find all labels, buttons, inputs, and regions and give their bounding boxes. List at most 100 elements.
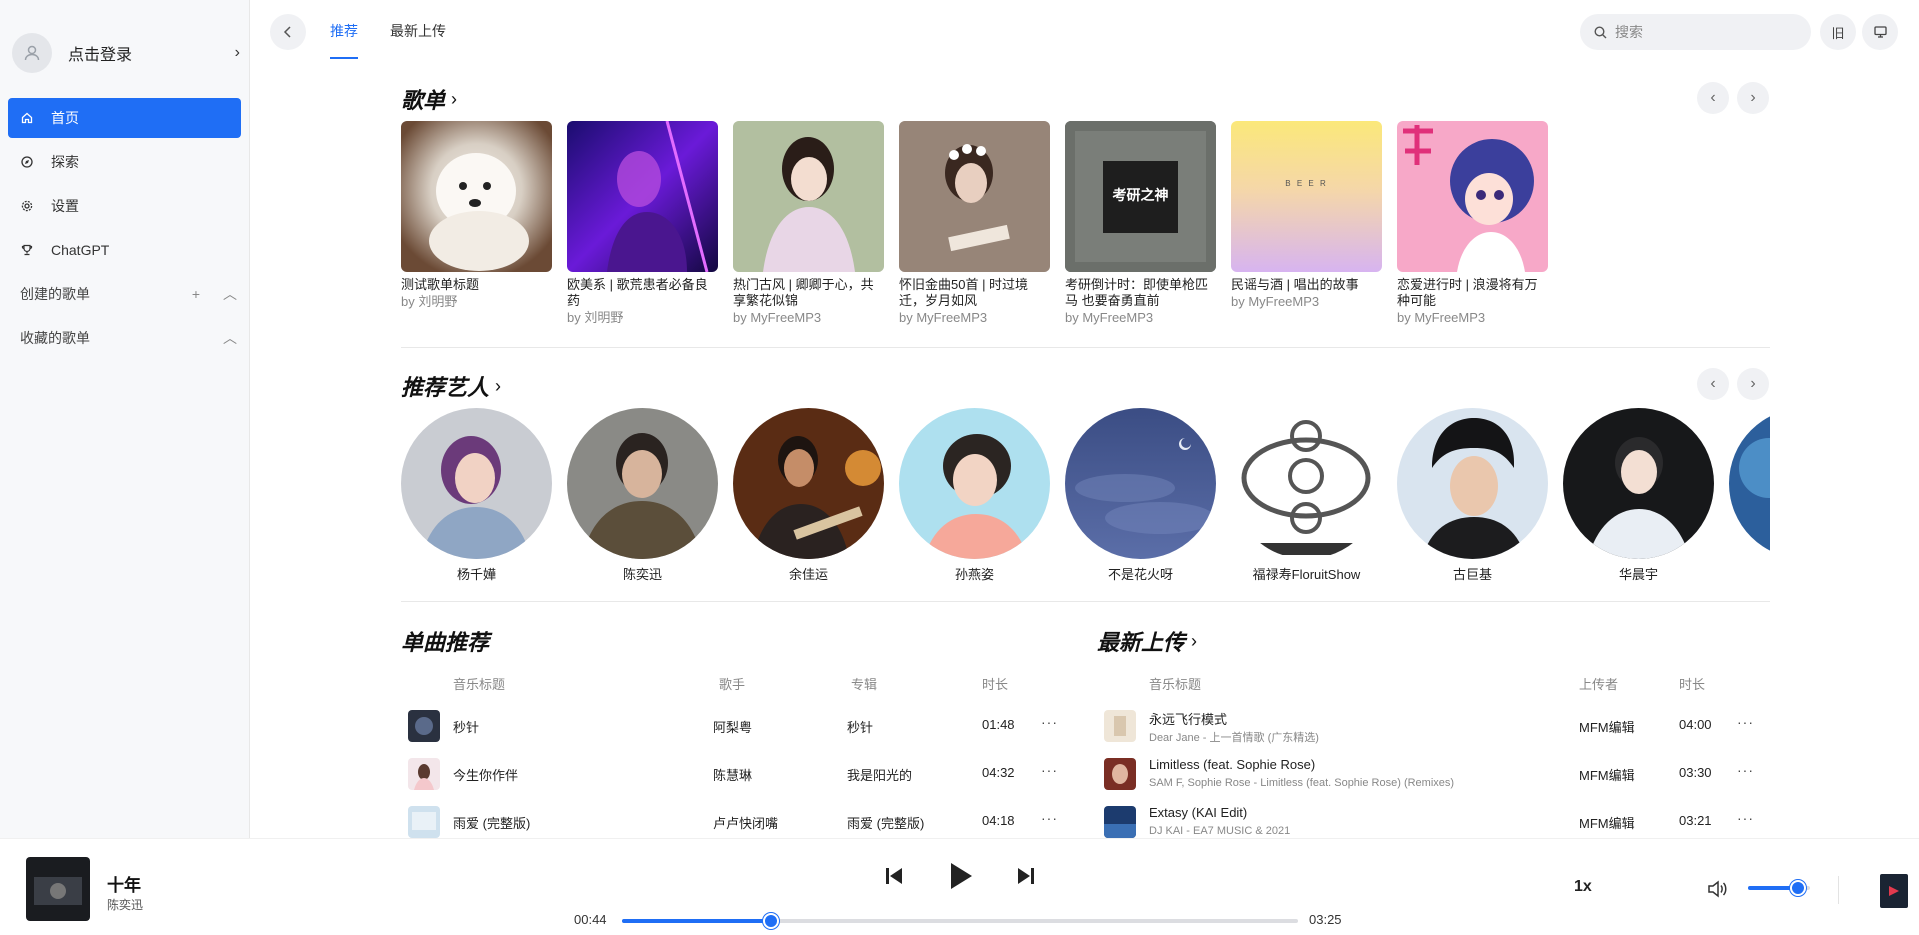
playlist-title: 测试歌单标题 bbox=[401, 277, 480, 292]
playlist-card[interactable]: 恋爱进行时 | 浪漫将有万种可能 by MyFreeMP3 bbox=[1397, 121, 1548, 326]
artists-prev-button[interactable]: ‹ bbox=[1697, 368, 1729, 400]
artist-avatar bbox=[1563, 408, 1714, 559]
section-divider bbox=[401, 347, 1770, 348]
artist-card[interactable]: 华晨宇 bbox=[1563, 408, 1714, 583]
song-artist[interactable]: 卢卢快闭嘴 bbox=[713, 813, 778, 832]
artist-card[interactable]: 孙燕姿 bbox=[899, 408, 1050, 583]
col-title-header: 音乐标题 bbox=[1149, 677, 1202, 692]
more-options-icon[interactable]: ··· bbox=[1041, 810, 1058, 826]
play-button[interactable] bbox=[949, 862, 973, 895]
more-options-icon[interactable]: ··· bbox=[1737, 762, 1754, 778]
sidebar-item-label: 首页 bbox=[51, 110, 79, 126]
col-album-header: 专辑 bbox=[851, 677, 878, 692]
artist-avatar bbox=[401, 408, 552, 559]
chevron-right-icon: › bbox=[1750, 89, 1756, 106]
plus-icon[interactable]: + bbox=[185, 286, 207, 302]
volume-handle[interactable] bbox=[1789, 880, 1806, 896]
artist-card-partial[interactable] bbox=[1729, 408, 1770, 559]
playback-speed-button[interactable]: 1x bbox=[1574, 878, 1592, 896]
playlist-author: by 刘明野 bbox=[567, 310, 624, 325]
next-track-button[interactable] bbox=[1016, 866, 1036, 891]
playlist-author: by MyFreeMP3 bbox=[899, 310, 988, 325]
volume-slider[interactable] bbox=[1748, 880, 1810, 896]
artist-card[interactable]: 余佳运 bbox=[733, 408, 884, 583]
playlists-prev-button[interactable]: ‹ bbox=[1697, 82, 1729, 114]
playlist-title: 热门古风 | 卿卿于心，共享繁花似锦 bbox=[733, 277, 874, 308]
artist-card[interactable]: 古巨基 bbox=[1397, 408, 1548, 583]
now-playing-title: 十年 bbox=[107, 876, 141, 895]
search-input[interactable] bbox=[1615, 24, 1795, 40]
playlist-card[interactable]: 测试歌单标题 by 刘明野 bbox=[401, 121, 552, 310]
more-options-icon[interactable]: ··· bbox=[1737, 714, 1754, 730]
progress-handle[interactable] bbox=[762, 913, 779, 929]
created-playlists-section[interactable]: 创建的歌单 + ︿ bbox=[8, 274, 241, 314]
song-title: Limitless (feat. Sophie Rose) bbox=[1149, 757, 1316, 772]
now-playing-cover[interactable] bbox=[26, 857, 90, 921]
back-button[interactable] bbox=[270, 14, 306, 50]
sidebar-item-label: ChatGPT bbox=[51, 242, 110, 258]
sidebar-item-settings[interactable]: 设置 bbox=[8, 186, 241, 226]
now-playing-artist[interactable]: 陈奕迅 bbox=[107, 896, 143, 913]
lyrics-panel-button[interactable] bbox=[1880, 874, 1908, 908]
chevron-right-icon[interactable]: › bbox=[1191, 631, 1197, 652]
sidebar-item-explore[interactable]: 探索 bbox=[8, 142, 241, 182]
playlist-card[interactable]: 欧美系 | 歌荒患者必备良药 by 刘明野 bbox=[567, 121, 718, 326]
section-divider bbox=[401, 601, 1770, 602]
playlist-title: 恋爱进行时 | 浪漫将有万种可能 bbox=[1397, 277, 1538, 308]
playlists-next-button[interactable]: › bbox=[1737, 82, 1769, 114]
singles-section-title: 单曲推荐 bbox=[401, 625, 489, 657]
artists-next-button[interactable]: › bbox=[1737, 368, 1769, 400]
song-album[interactable]: 我是阳光的 bbox=[847, 765, 912, 784]
artist-name: 古巨基 bbox=[1452, 567, 1492, 582]
col-artist-header: 歌手 bbox=[719, 677, 746, 692]
sidebar-item-label: 设置 bbox=[51, 198, 79, 214]
old-version-button[interactable]: 旧 bbox=[1820, 14, 1856, 50]
tab-recommend[interactable]: 推荐 bbox=[330, 21, 358, 41]
collected-playlists-section[interactable]: 收藏的歌单 ︿ bbox=[8, 318, 241, 358]
more-options-icon[interactable]: ··· bbox=[1737, 810, 1754, 826]
chevron-right-icon[interactable]: › bbox=[451, 89, 457, 110]
artist-card[interactable]: 杨千嬅 bbox=[401, 408, 552, 583]
playlist-title: 欧美系 | 歌荒患者必备良药 bbox=[567, 277, 708, 308]
more-options-icon[interactable]: ··· bbox=[1041, 762, 1058, 778]
song-album[interactable]: 雨爱 (完整版) bbox=[847, 813, 924, 832]
song-artist[interactable]: 阿梨粤 bbox=[713, 717, 752, 736]
sidebar-item-chatgpt[interactable]: ChatGPT bbox=[8, 230, 241, 270]
tab-latest[interactable]: 最新上传 bbox=[390, 21, 446, 41]
song-title: 永远飞行模式 bbox=[1149, 712, 1228, 727]
playlist-card[interactable]: 考研之神 考研倒计时：即使单枪匹马 也要奋勇直前 by MyFreeMP3 bbox=[1065, 121, 1216, 326]
trophy-icon bbox=[20, 243, 34, 257]
artist-avatar bbox=[567, 408, 718, 559]
chevron-left-icon: ‹ bbox=[1710, 375, 1716, 392]
artist-card[interactable]: 陈奕迅 bbox=[567, 408, 718, 583]
song-thumbnail bbox=[408, 758, 440, 790]
display-button[interactable] bbox=[1862, 14, 1898, 50]
song-duration: 01:48 bbox=[982, 717, 1015, 732]
chevron-up-icon[interactable]: ︿ bbox=[219, 328, 241, 348]
more-options-icon[interactable]: ··· bbox=[1041, 714, 1058, 730]
artist-card[interactable]: 不是花火呀 bbox=[1065, 408, 1216, 583]
playlist-card[interactable]: 怀旧金曲50首 | 时过境迁，岁月如风 by MyFreeMP3 bbox=[899, 121, 1050, 326]
artist-card[interactable]: 福禄寿FloruitShow bbox=[1231, 408, 1382, 583]
latest-section-title: 最新上传 › bbox=[1097, 625, 1197, 657]
col-duration-header: 时长 bbox=[1679, 677, 1706, 692]
login-label: 点击登录 bbox=[68, 47, 133, 64]
playlist-card[interactable]: B E E R 民谣与酒 | 唱出的故事 by MyFreeMP3 bbox=[1231, 121, 1382, 310]
song-album[interactable]: 秒针 bbox=[847, 717, 873, 736]
previous-track-button[interactable] bbox=[884, 866, 904, 891]
volume-button[interactable] bbox=[1707, 880, 1727, 903]
playlists-section-title: 歌单 › bbox=[401, 83, 457, 115]
search-box[interactable] bbox=[1580, 14, 1811, 50]
playlist-title: 考研倒计时：即使单枪匹马 也要奋勇直前 bbox=[1065, 277, 1209, 308]
artist-avatar bbox=[899, 408, 1050, 559]
progress-slider[interactable] bbox=[622, 913, 1298, 929]
sidebar-item-home[interactable]: 首页 bbox=[8, 98, 241, 138]
chevron-up-icon[interactable]: ︿ bbox=[219, 284, 241, 304]
artist-name: 余佳运 bbox=[788, 567, 828, 582]
playlist-card[interactable]: 热门古风 | 卿卿于心，共享繁花似锦 by MyFreeMP3 bbox=[733, 121, 884, 326]
chevron-right-icon[interactable]: › bbox=[495, 376, 501, 397]
song-artist[interactable]: 陈慧琳 bbox=[713, 765, 752, 784]
song-subtitle: DJ KAI - EA7 MUSIC & 2021 bbox=[1149, 825, 1291, 837]
playlist-cover bbox=[899, 121, 1050, 272]
login-entry[interactable]: 点击登录 › bbox=[12, 33, 240, 73]
